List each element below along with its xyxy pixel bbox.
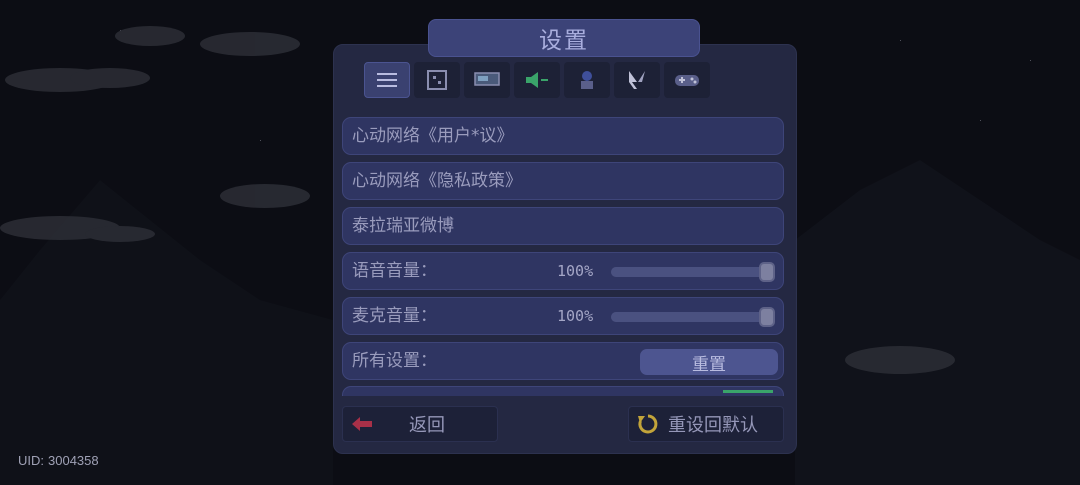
display-icon [474, 72, 500, 86]
weibo-label: 泰拉瑞亚微博 [352, 216, 454, 236]
tab-general[interactable] [364, 62, 410, 98]
privacy-policy-label: 心动网络《隐私政策》 [352, 171, 522, 191]
partial-row-indicator [723, 390, 773, 393]
speaker-icon [526, 72, 548, 88]
settings-tab-bar [364, 62, 710, 98]
back-button-label: 返回 [409, 415, 445, 436]
all-settings-label: 所有设置： [352, 351, 437, 371]
tab-interface[interactable] [414, 62, 460, 98]
voice-volume-row: 语音音量： 100% [342, 252, 784, 290]
voice-volume-knob[interactable] [759, 262, 775, 282]
tab-video[interactable] [464, 62, 510, 98]
voice-volume-slider[interactable] [611, 262, 775, 282]
mic-volume-value: 100% [557, 307, 594, 325]
back-button[interactable]: 返回 [342, 406, 498, 442]
mic-volume-label: 麦克音量： [352, 306, 437, 326]
uid-label: UID: [18, 453, 44, 468]
character-icon [581, 71, 593, 89]
voice-volume-label: 语音音量： [352, 261, 437, 281]
tab-audio[interactable] [514, 62, 560, 98]
privacy-policy-link[interactable]: 心动网络《隐私政策》 [342, 162, 784, 200]
gamepad-icon [675, 75, 699, 86]
tab-controls[interactable] [664, 62, 710, 98]
settings-title: 设置 [428, 19, 700, 57]
back-arrow-icon [352, 417, 372, 431]
partial-row [342, 386, 784, 396]
user-agreement-label: 心动网络《用户*议》 [352, 126, 514, 146]
weibo-link[interactable]: 泰拉瑞亚微博 [342, 207, 784, 245]
restore-icon [638, 414, 658, 434]
voice-volume-fill [611, 267, 769, 277]
restore-defaults-label: 重设回默认 [668, 415, 758, 436]
voice-volume-value: 100% [557, 262, 594, 280]
mic-volume-fill [611, 312, 769, 322]
tab-cursor[interactable] [614, 62, 660, 98]
tab-character[interactable] [564, 62, 610, 98]
menu-icon [377, 73, 397, 87]
cursor-icon [629, 71, 645, 89]
uid-value: 3004358 [48, 453, 99, 468]
window-icon [427, 70, 447, 90]
user-agreement-link[interactable]: 心动网络《用户*议》 [342, 117, 784, 155]
mic-volume-slider[interactable] [611, 307, 775, 327]
reset-all-button[interactable]: 重置 [640, 349, 778, 375]
mic-volume-row: 麦克音量： 100% [342, 297, 784, 335]
uid-text: UID: 3004358 [18, 453, 99, 468]
all-settings-row: 所有设置： 重置 [342, 342, 784, 380]
mic-volume-knob[interactable] [759, 307, 775, 327]
restore-defaults-button[interactable]: 重设回默认 [628, 406, 784, 442]
